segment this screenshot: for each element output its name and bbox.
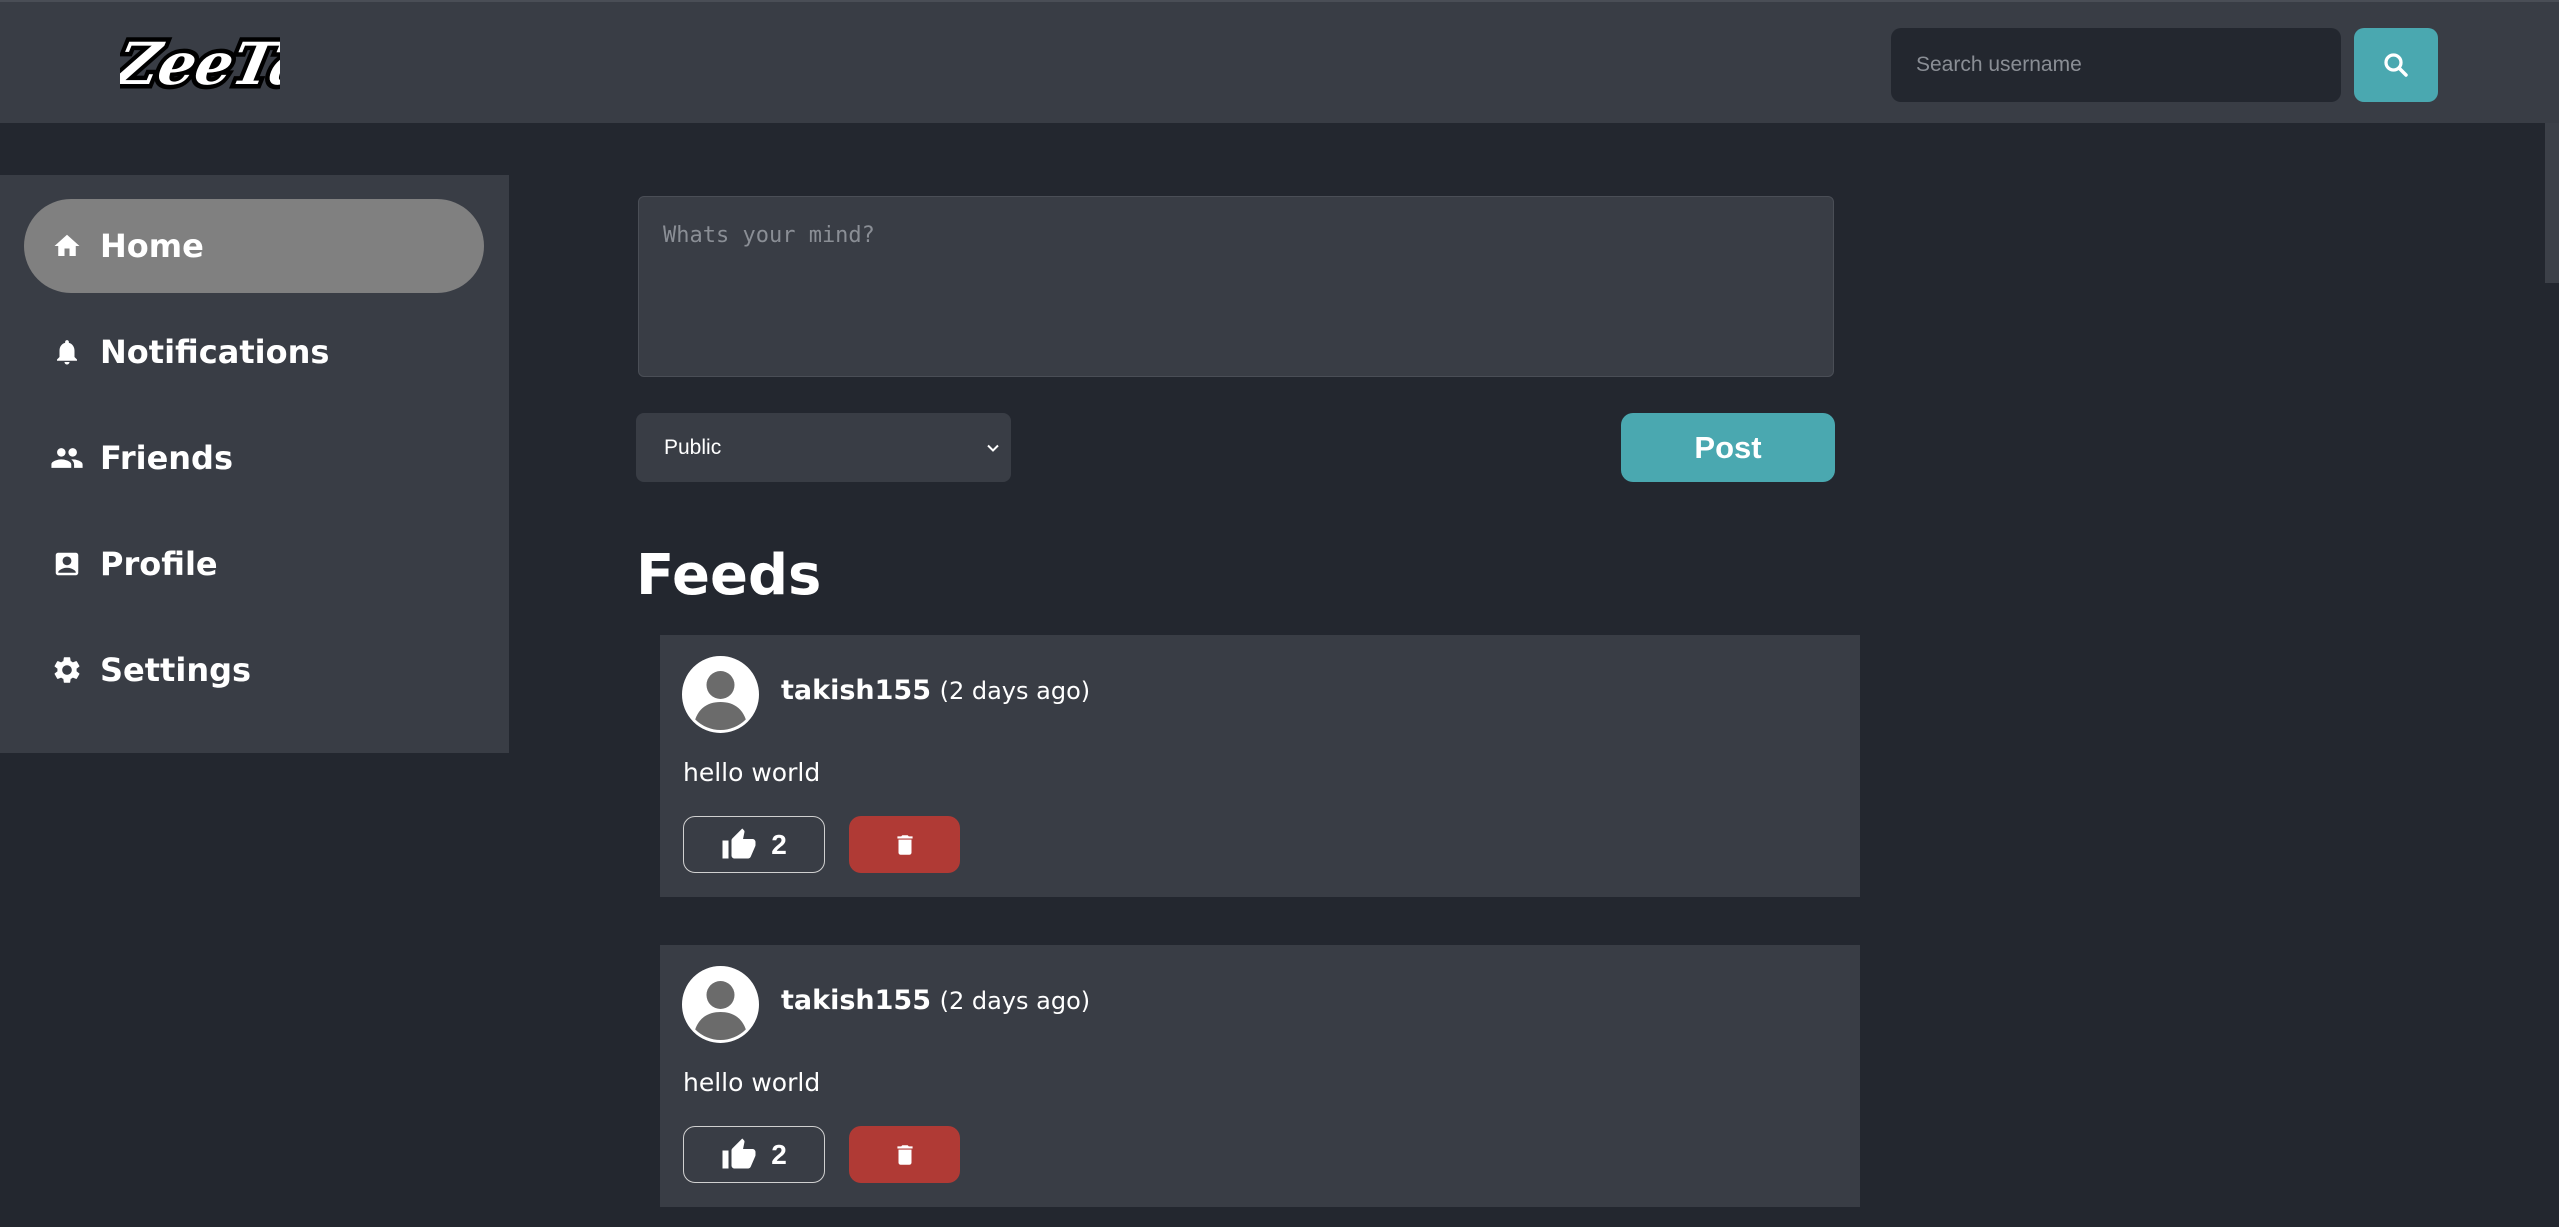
sidebar-item-friends[interactable]: Friends bbox=[24, 411, 484, 505]
sidebar-item-label: Friends bbox=[100, 439, 233, 477]
post-author-line: takish155 (2 days ago) bbox=[781, 675, 1090, 706]
search-icon bbox=[2384, 53, 2408, 77]
top-bar: ZeeTaa bbox=[0, 0, 2559, 123]
trash-icon bbox=[896, 834, 913, 855]
scrollbar-thumb[interactable] bbox=[2545, 123, 2559, 283]
avatar[interactable] bbox=[682, 966, 759, 1043]
sidebar-item-home[interactable]: Home bbox=[24, 199, 484, 293]
post-timestamp: (2 days ago) bbox=[939, 987, 1091, 1015]
sidebar-item-profile[interactable]: Profile bbox=[24, 517, 484, 611]
sidebar: Home Notifications Friends Profile Setti… bbox=[0, 175, 509, 753]
post-timestamp: (2 days ago) bbox=[939, 677, 1091, 705]
like-button[interactable]: 2 bbox=[683, 816, 825, 873]
chevron-down-icon bbox=[987, 444, 999, 452]
default-avatar-icon bbox=[685, 659, 756, 730]
thumbs-up-icon bbox=[722, 1138, 756, 1168]
like-button[interactable]: 2 bbox=[683, 1126, 825, 1183]
bell-icon bbox=[50, 335, 84, 369]
people-icon bbox=[50, 441, 84, 475]
zeetaa-logo[interactable]: ZeeTaa bbox=[103, 22, 357, 102]
trash-icon bbox=[896, 1144, 913, 1165]
search-button[interactable] bbox=[2354, 28, 2438, 102]
like-count: 2 bbox=[771, 828, 787, 860]
profile-card-icon bbox=[50, 547, 84, 581]
feed-post-card: takish155 (2 days ago) hello world 2 bbox=[660, 635, 1860, 897]
sidebar-item-label: Profile bbox=[100, 545, 218, 583]
feeds-heading: Feeds bbox=[636, 543, 822, 608]
post-author-name[interactable]: takish155 bbox=[781, 985, 931, 1016]
like-count: 2 bbox=[771, 1138, 787, 1170]
post-composer-input[interactable] bbox=[638, 196, 1834, 377]
post-author-name[interactable]: takish155 bbox=[781, 675, 931, 706]
post-body-text: hello world bbox=[683, 758, 821, 787]
sidebar-item-settings[interactable]: Settings bbox=[24, 623, 484, 717]
sidebar-item-label: Home bbox=[100, 227, 204, 265]
thumbs-up-icon bbox=[722, 828, 756, 858]
visibility-select-value: Public bbox=[664, 435, 722, 459]
default-avatar-icon bbox=[685, 969, 756, 1040]
sidebar-item-label: Notifications bbox=[100, 333, 330, 371]
feed-post-card: takish155 (2 days ago) hello world 2 bbox=[660, 945, 1860, 1207]
post-button[interactable]: Post bbox=[1621, 413, 1835, 482]
visibility-select[interactable]: Public bbox=[636, 413, 1011, 482]
post-body-text: hello world bbox=[683, 1068, 821, 1097]
sidebar-item-label: Settings bbox=[100, 651, 252, 689]
home-icon bbox=[50, 229, 84, 263]
gear-icon bbox=[50, 653, 84, 687]
avatar[interactable] bbox=[682, 656, 759, 733]
sidebar-item-notifications[interactable]: Notifications bbox=[24, 305, 484, 399]
logo-text: ZeeTaa bbox=[120, 30, 280, 98]
search-username-input[interactable] bbox=[1891, 28, 2341, 102]
post-author-line: takish155 (2 days ago) bbox=[781, 985, 1090, 1016]
delete-post-button[interactable] bbox=[849, 816, 960, 873]
delete-post-button[interactable] bbox=[849, 1126, 960, 1183]
